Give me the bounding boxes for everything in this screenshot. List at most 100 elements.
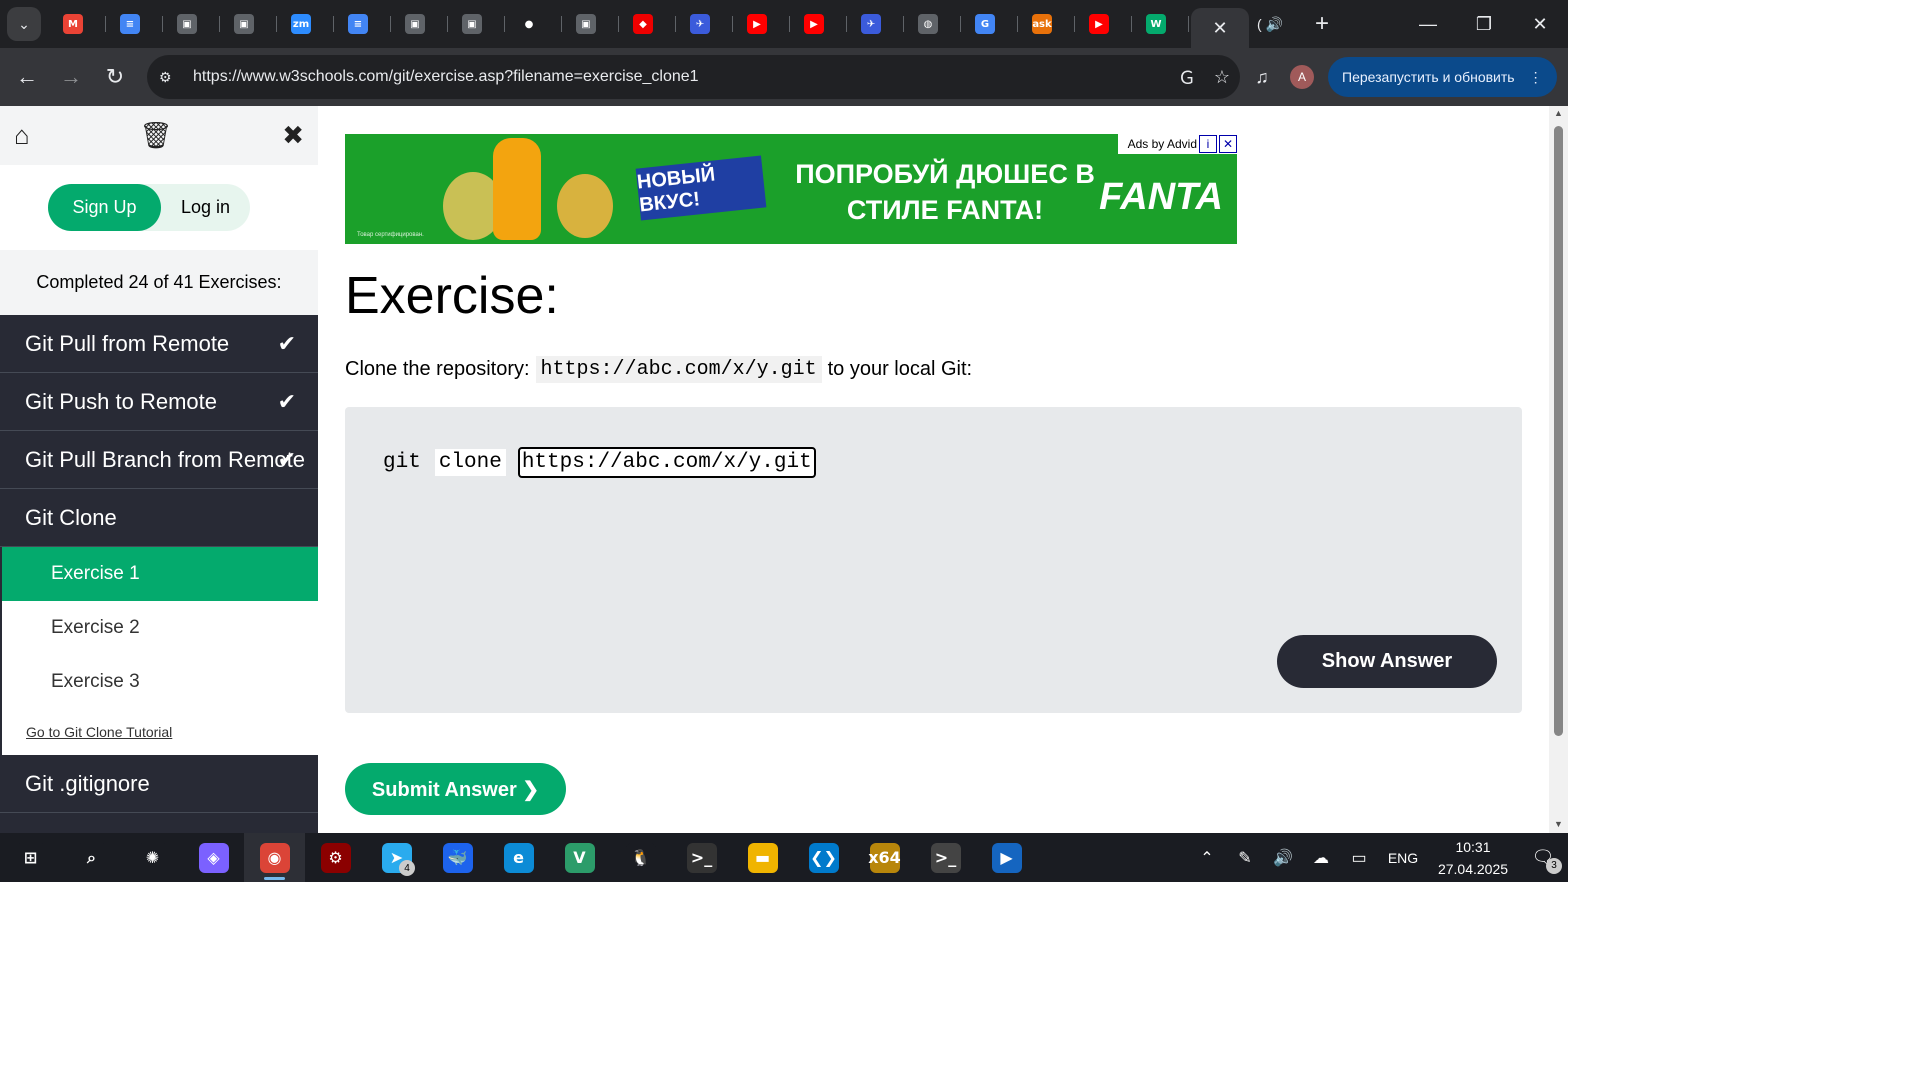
sidebar-item-label: Git .gitignore (25, 770, 150, 796)
show-answer-button[interactable]: Show Answer (1277, 635, 1497, 688)
onedrive-icon[interactable]: ☁ (1302, 848, 1340, 868)
trash-icon[interactable]: 🗑 (139, 120, 172, 151)
sidebar-item-git-push-to-remote[interactable]: Git Push to Remote ✔ (0, 373, 318, 431)
file-explorer-app-icon: ▬ (747, 842, 778, 873)
language-indicator[interactable]: ENG (1378, 850, 1428, 866)
close-window-button[interactable]: ✕ (1512, 0, 1568, 48)
terminal-app[interactable]: >_ (671, 833, 732, 882)
media-control-icon[interactable]: ♫ (1248, 67, 1276, 88)
close-icon[interactable]: ✕ (1212, 18, 1227, 39)
visual-studio-app[interactable]: V (549, 833, 610, 882)
close-icon[interactable]: ✖ (282, 120, 304, 151)
new-tab-button[interactable]: + (1315, 10, 1329, 38)
vscode-app[interactable]: ❮❯ (793, 833, 854, 882)
browser-tab[interactable]: ✈ (849, 0, 906, 48)
browser-tab[interactable]: ▣ (393, 0, 450, 48)
reload-button[interactable]: ↻ (93, 48, 137, 106)
audio-tab[interactable]: ( 🔊 (1257, 16, 1283, 33)
relaunch-update-button[interactable]: Перезапустить и обновить ⋮ (1328, 57, 1557, 97)
browser-tab[interactable]: ≡ (336, 0, 393, 48)
vscode-app-icon: ❮❯ (808, 842, 839, 873)
docs-icon: ≡ (348, 14, 368, 34)
edge-app[interactable]: e (488, 833, 549, 882)
browser-tab[interactable]: G (963, 0, 1020, 48)
chatgpt-app-icon: ✺ (137, 842, 168, 873)
sidebar-item-git-pull-branch-from-remote[interactable]: Git Pull Branch from Remote ✔ (0, 431, 318, 489)
browser-tab[interactable]: M (51, 0, 108, 48)
profile-avatar[interactable]: A (1290, 65, 1314, 89)
home-icon[interactable]: ⌂ (14, 120, 30, 151)
browser-tab[interactable]: zm (279, 0, 336, 48)
chevron-up-icon[interactable]: ⌃ (1188, 848, 1226, 868)
bookmark-star-icon[interactable]: ☆ (1214, 67, 1230, 88)
chrome-app[interactable]: ◉ (244, 833, 305, 882)
answer-input[interactable]: https://abc.com/x/y.git (517, 447, 816, 478)
sidebar-item-git-clone[interactable]: Git Clone (0, 489, 318, 547)
pen-icon[interactable]: ✎ (1226, 848, 1264, 868)
browser-tab[interactable]: ▣ (165, 0, 222, 48)
log-in-button[interactable]: Log in (161, 184, 250, 231)
tutorial-link[interactable]: Go to Git Clone Tutorial (2, 709, 318, 755)
notification-center-button[interactable]: 🗨 3 (1518, 847, 1568, 874)
browser-tab[interactable]: ≡ (108, 0, 165, 48)
close-ad-icon[interactable]: ✕ (1219, 135, 1237, 153)
minimize-button[interactable]: — (1400, 0, 1456, 48)
page-scrollbar[interactable]: ▲ ▼ (1549, 106, 1568, 833)
browser-tab[interactable]: ● (507, 0, 564, 48)
penguin-app[interactable]: 🐧 (610, 833, 671, 882)
start-button[interactable]: ⊞ (0, 833, 61, 882)
file-explorer-app[interactable]: ▬ (732, 833, 793, 882)
scroll-down-arrow[interactable]: ▼ (1549, 819, 1568, 833)
submit-answer-button[interactable]: Submit Answer ❯ (345, 763, 566, 815)
advertisement-banner[interactable]: НОВЫЙ ВКУС! ПОПРОБУЙ ДЮШЕС В СТИЛЕ FANTA… (345, 134, 1237, 244)
browser-tab[interactable]: ◍ (906, 0, 963, 48)
url-text[interactable]: https://www.w3schools.com/git/exercise.a… (193, 68, 699, 86)
browser-tab[interactable]: ▶ (1077, 0, 1134, 48)
browser-tab[interactable]: W (1134, 0, 1191, 48)
browser-tab[interactable]: ▣ (564, 0, 621, 48)
media-player-app[interactable]: ▶ (976, 833, 1037, 882)
exercise-3-link[interactable]: Exercise 3 (2, 655, 318, 709)
git-clone-exercises: Exercise 1 Exercise 2 Exercise 3 Go to G… (0, 547, 318, 755)
active-tab[interactable]: ✕ (1191, 8, 1249, 48)
taskbar-apps: ⊞ ⌕ ✺ ◈ ◉ ⚙ ➤ 4 🐳 e V 🐧 >_ ▬ ❮❯ x64 >_ ▶ (0, 833, 1037, 882)
sidebar-item-git-gitignore[interactable]: Git .gitignore (0, 755, 318, 813)
back-button[interactable]: ← (5, 48, 49, 106)
copilot-app[interactable]: ◈ (183, 833, 244, 882)
antivirus-app[interactable]: ⚙ (305, 833, 366, 882)
exercise-2-link[interactable]: Exercise 2 (2, 601, 318, 655)
arrow-right-icon: → (60, 64, 82, 89)
browser-tab[interactable]: ◆ (621, 0, 678, 48)
admin-terminal-app-icon: >_ (930, 842, 961, 873)
browser-tab[interactable]: ▶ (735, 0, 792, 48)
search-button[interactable]: ⌕ (61, 833, 122, 882)
tab-search-button[interactable]: ⌄ (7, 7, 41, 41)
forward-button[interactable]: → (49, 48, 93, 106)
browser-tab[interactable]: ▶ (792, 0, 849, 48)
site-info-icon[interactable]: ⚙ (159, 69, 179, 86)
scroll-up-arrow[interactable]: ▲ (1549, 108, 1568, 122)
address-bar[interactable]: ⚙ https://www.w3schools.com/git/exercise… (147, 55, 1240, 99)
chatgpt-app[interactable]: ✺ (122, 833, 183, 882)
translate-icon[interactable]: Ｇ (1178, 64, 1196, 90)
sign-up-button[interactable]: Sign Up (48, 184, 161, 231)
more-menu-icon[interactable]: ⋮ (1529, 69, 1543, 86)
sidebar-item-git-pull-from-remote[interactable]: Git Pull from Remote ✔ (0, 315, 318, 373)
scroll-thumb[interactable] (1554, 126, 1563, 736)
browser-tab[interactable]: ✈ (678, 0, 735, 48)
browser-tab[interactable]: ▣ (222, 0, 279, 48)
x64dbg-app[interactable]: x64 (854, 833, 915, 882)
telegram-app[interactable]: ➤ 4 (366, 833, 427, 882)
code-word-git: git (383, 451, 421, 474)
clock[interactable]: 10:31 27.04.2025 (1428, 836, 1518, 880)
exercise-1-link[interactable]: Exercise 1 (2, 547, 318, 601)
volume-icon[interactable]: 🔊 (1264, 848, 1302, 868)
restore-button[interactable]: ❐ (1456, 0, 1512, 48)
battery-icon[interactable]: ▭ (1340, 848, 1378, 868)
info-icon[interactable]: i (1199, 135, 1217, 153)
browser-tab[interactable]: ask (1020, 0, 1077, 48)
browser-tab[interactable]: ▣ (450, 0, 507, 48)
admin-terminal-app[interactable]: >_ (915, 833, 976, 882)
docker-app[interactable]: 🐳 (427, 833, 488, 882)
tab-separator (789, 16, 790, 32)
